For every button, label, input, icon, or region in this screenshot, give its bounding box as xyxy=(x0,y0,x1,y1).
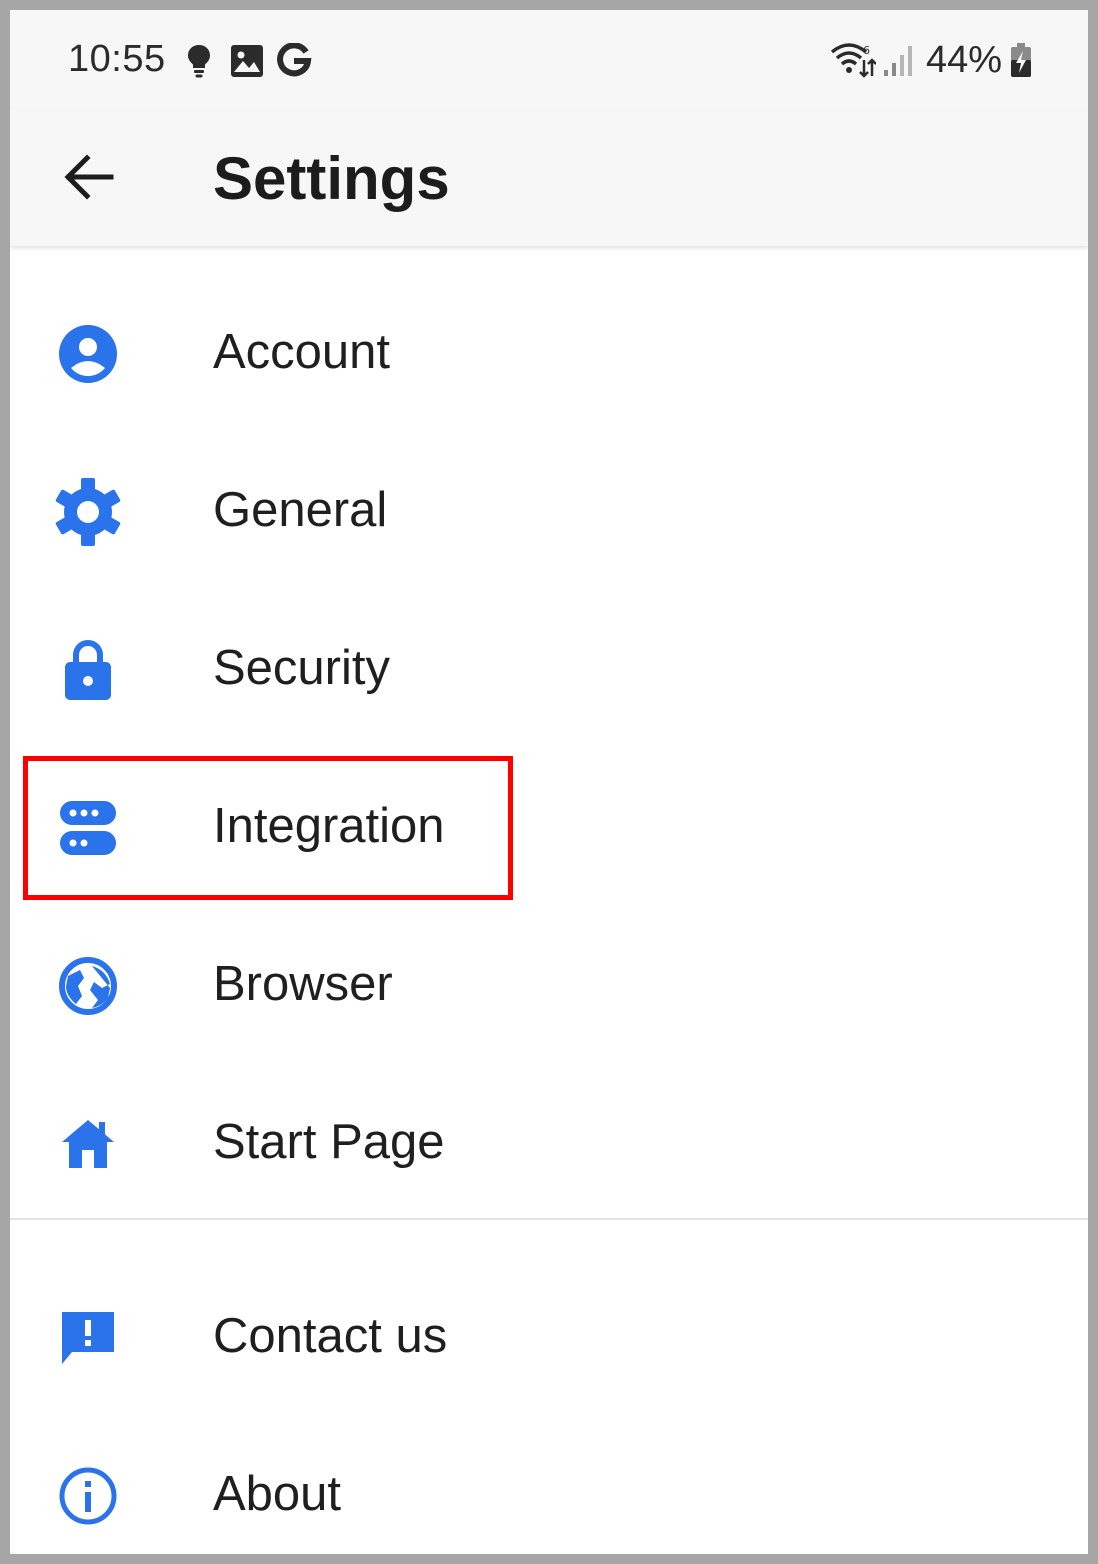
section-divider xyxy=(10,1218,1088,1220)
settings-item-label: Contact us xyxy=(213,1309,448,1363)
settings-item-label: Security xyxy=(213,641,391,695)
info-icon xyxy=(59,1467,117,1525)
settings-item-label: Start Page xyxy=(213,1115,445,1169)
settings-item-about[interactable]: About xyxy=(10,1414,1088,1554)
settings-item-label: Account xyxy=(213,325,391,379)
status-time: 10:55 xyxy=(68,38,166,80)
back-button[interactable] xyxy=(54,142,124,212)
wifi-icon: 6 xyxy=(830,43,876,78)
status-bar: 10:55 6 44% xyxy=(10,10,1088,110)
globe-icon xyxy=(59,957,117,1015)
bulb-icon xyxy=(188,45,210,78)
settings-screen: 10:55 6 44% Settings Account General Sec… xyxy=(10,10,1088,1554)
image-icon xyxy=(231,45,263,77)
svg-text:6: 6 xyxy=(863,44,870,57)
settings-item-label: General xyxy=(213,483,388,537)
highlight-box xyxy=(23,756,513,900)
settings-item-start-page[interactable]: Start Page xyxy=(10,1062,1088,1220)
settings-item-security[interactable]: Security xyxy=(10,588,1088,746)
status-right-group: 6 44% xyxy=(830,38,1032,81)
battery-percentage: 44% xyxy=(925,38,1002,81)
settings-item-account[interactable]: Account xyxy=(10,272,1088,430)
settings-item-contact-us[interactable]: Contact us xyxy=(10,1256,1088,1414)
signal-icon xyxy=(883,46,912,76)
battery-charging-icon xyxy=(1011,43,1031,77)
settings-item-label: Browser xyxy=(213,957,393,1011)
google-g-icon xyxy=(277,43,312,77)
feedback-icon xyxy=(62,1312,114,1364)
settings-item-general[interactable]: General xyxy=(10,430,1088,588)
home-icon xyxy=(62,1120,114,1168)
settings-item-browser[interactable]: Browser xyxy=(10,904,1088,1062)
settings-item-label: About xyxy=(213,1467,342,1521)
gear-icon xyxy=(55,478,121,546)
arrow-left-icon xyxy=(64,154,114,200)
page-title: Settings xyxy=(213,145,450,212)
app-bar: Settings xyxy=(10,110,1088,246)
lock-icon xyxy=(65,640,111,700)
account-circle-icon xyxy=(59,325,117,383)
